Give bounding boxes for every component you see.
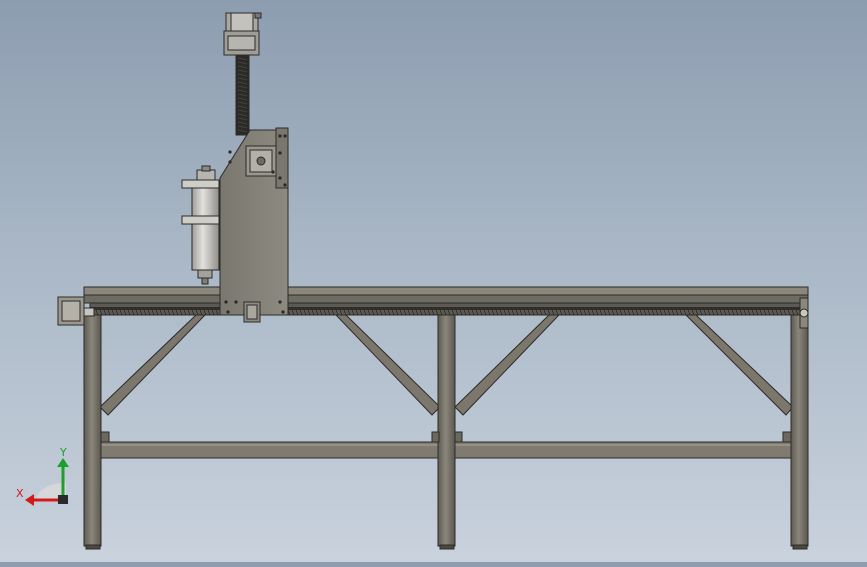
axis-triad: Y X [16, 446, 69, 506]
bed-top-plate [83, 286, 809, 296]
x-motor-shaft [83, 307, 95, 317]
foot-left [85, 544, 101, 550]
leg-right [790, 307, 809, 547]
triad-x-label: X [16, 487, 24, 500]
triad-x-arrow-icon [25, 494, 34, 506]
foot-right [792, 544, 808, 550]
spindle-clamp-upper [181, 179, 220, 189]
triad-y-arrow-icon [57, 458, 69, 467]
triad-y-label: Y [59, 446, 67, 459]
spindle-body [191, 187, 220, 271]
table-frame [83, 307, 809, 550]
bed-side-plate [83, 294, 809, 304]
spindle-clamp-lower [181, 215, 220, 225]
foot-middle [439, 544, 455, 550]
graphics-viewport[interactable]: Y X [0, 0, 867, 562]
z-axis-assembly [181, 12, 289, 323]
cnc-router-model[interactable]: Y X [0, 0, 867, 562]
spindle-collet [197, 269, 213, 279]
leg-left [83, 307, 102, 547]
leg-middle [437, 314, 456, 547]
